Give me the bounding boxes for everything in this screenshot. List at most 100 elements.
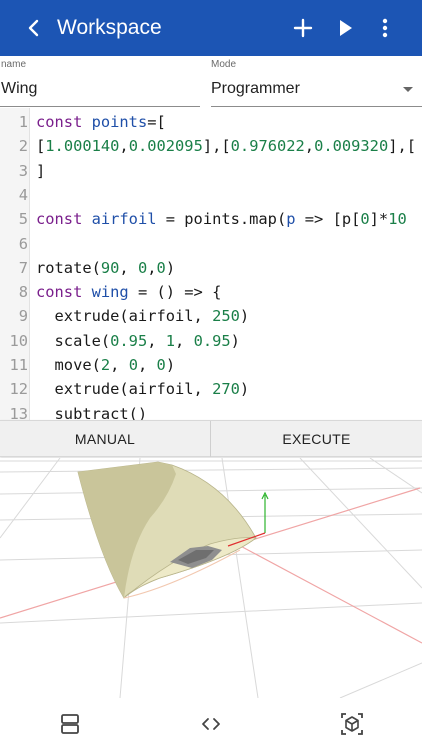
- code-token: const: [36, 283, 92, 302]
- line-number: 11: [9, 356, 28, 374]
- code-text: extrude(airfoil, 270): [36, 377, 250, 401]
- code-token: => [p[: [295, 210, 361, 229]
- code-token: ]*: [369, 210, 389, 229]
- line-number: 6: [18, 234, 28, 253]
- code-token: extrude(airfoil,: [36, 380, 213, 399]
- code-token: move(: [36, 356, 101, 374]
- code-text: rotate(90, 0,0): [36, 256, 175, 280]
- code-token: ): [239, 380, 250, 399]
- code-token: 1: [165, 331, 176, 350]
- code-token: extrude(airfoil,: [36, 307, 213, 326]
- code-token: ],[: [388, 137, 417, 156]
- manual-button[interactable]: MANUAL: [0, 421, 211, 457]
- add-icon[interactable]: [291, 16, 315, 40]
- code-token: ): [230, 331, 240, 350]
- code-token: ,: [147, 258, 157, 277]
- code-token: 0: [137, 258, 148, 277]
- line-number: 4: [18, 185, 28, 204]
- bottom-navigation: [0, 698, 422, 750]
- code-text: move(2, 0, 0): [36, 353, 176, 377]
- code-text: scale(0.95, 1, 0.95): [36, 329, 240, 353]
- line-number: 9: [18, 307, 28, 326]
- code-line: 2 [1.000140,0.002095],[0.976022,0.009320]…: [0, 134, 416, 158]
- code-line: 8 const wing = () => {: [0, 280, 222, 304]
- workspace-form: name Wing Mode Programmer: [0, 56, 422, 108]
- code-token: 1.000140: [45, 137, 120, 156]
- action-button-row: MANUAL EXECUTE: [0, 420, 422, 457]
- app-root: Workspace name Wing Mode Programmer 1 con…: [0, 0, 422, 750]
- code-token: = points.map(: [156, 210, 287, 229]
- line-number: 10: [9, 331, 28, 350]
- code-token: ,: [110, 356, 129, 374]
- code-token: 0.976022: [230, 137, 305, 156]
- code-token: wing: [91, 283, 129, 302]
- code-icon[interactable]: [198, 711, 224, 737]
- code-token: ,: [304, 137, 315, 156]
- 3d-viewport[interactable]: [0, 458, 422, 698]
- code-token: ]: [36, 161, 46, 180]
- code-editor[interactable]: 1 const points=[2 [1.000140,0.002095],[0.9…: [0, 108, 422, 420]
- line-number: 7: [18, 258, 28, 277]
- name-input[interactable]: Wing: [1, 80, 37, 98]
- code-token: ,: [175, 331, 194, 350]
- code-text: extrude(airfoil, 250): [36, 304, 250, 328]
- code-token: ): [165, 258, 176, 277]
- code-token: subtract(): [36, 404, 148, 420]
- execute-button[interactable]: EXECUTE: [211, 421, 422, 457]
- app-bar: Workspace: [0, 0, 422, 56]
- code-token: 2: [100, 356, 111, 374]
- code-token: ,: [119, 137, 129, 156]
- code-line: 10 scale(0.95, 1, 0.95): [0, 329, 240, 353]
- play-icon[interactable]: [333, 16, 357, 40]
- code-token: 10: [388, 210, 407, 229]
- line-number: 5: [18, 210, 28, 229]
- back-arrow-icon[interactable]: [22, 16, 46, 40]
- dropdown-caret-icon[interactable]: [403, 87, 413, 92]
- code-text: const airfoil = points.map(p => [p[0]*10: [36, 207, 407, 231]
- line-number: 2: [18, 137, 28, 156]
- code-line: 9 extrude(airfoil, 250): [0, 304, 249, 328]
- code-text: ]: [36, 159, 45, 183]
- split-view-icon[interactable]: [57, 711, 83, 737]
- code-token: ): [165, 356, 176, 374]
- mode-select[interactable]: Programmer: [211, 80, 300, 98]
- code-token: p: [286, 210, 296, 229]
- code-token: [: [36, 137, 46, 156]
- name-underline: [0, 106, 200, 107]
- 3d-scene: [0, 458, 422, 698]
- code-line: 13 subtract(): [0, 402, 147, 420]
- mode-underline: [211, 106, 422, 107]
- code-token: 0: [128, 356, 138, 374]
- code-token: 0.95: [110, 331, 148, 350]
- code-token: 0.009320: [314, 137, 389, 156]
- line-number: 12: [9, 380, 28, 399]
- code-line: 4: [0, 183, 28, 207]
- code-token: ,: [137, 356, 157, 374]
- code-token: const: [36, 113, 92, 131]
- code-line: 1 const points=[: [0, 110, 166, 134]
- code-line: 6: [0, 232, 28, 256]
- code-line: 3]: [0, 159, 46, 183]
- code-text: subtract(): [36, 402, 148, 420]
- code-line: 7 rotate(90, 0,0): [0, 256, 175, 280]
- name-field-label: name: [1, 59, 27, 70]
- more-vert-icon[interactable]: [373, 16, 397, 40]
- code-token: airfoil: [91, 210, 157, 229]
- code-token: =[: [147, 113, 166, 131]
- code-token: 270: [212, 380, 240, 399]
- code-line: 11 move(2, 0, 0): [0, 353, 175, 377]
- code-token: ,: [147, 331, 166, 350]
- code-token: 250: [212, 307, 240, 326]
- code-token: 0.95: [193, 331, 231, 350]
- code-token: 0: [156, 356, 166, 374]
- code-text: const points=[: [36, 110, 166, 134]
- app-title: Workspace: [57, 16, 162, 39]
- line-number: 3: [18, 161, 28, 180]
- wing-model: [77, 461, 258, 599]
- line-number: 1: [18, 113, 28, 131]
- line-number: 8: [18, 283, 28, 302]
- code-token: = () => {: [128, 283, 222, 302]
- 3d-view-icon[interactable]: [339, 711, 365, 737]
- code-line: 12 extrude(airfoil, 270): [0, 377, 249, 401]
- code-token: ): [239, 307, 250, 326]
